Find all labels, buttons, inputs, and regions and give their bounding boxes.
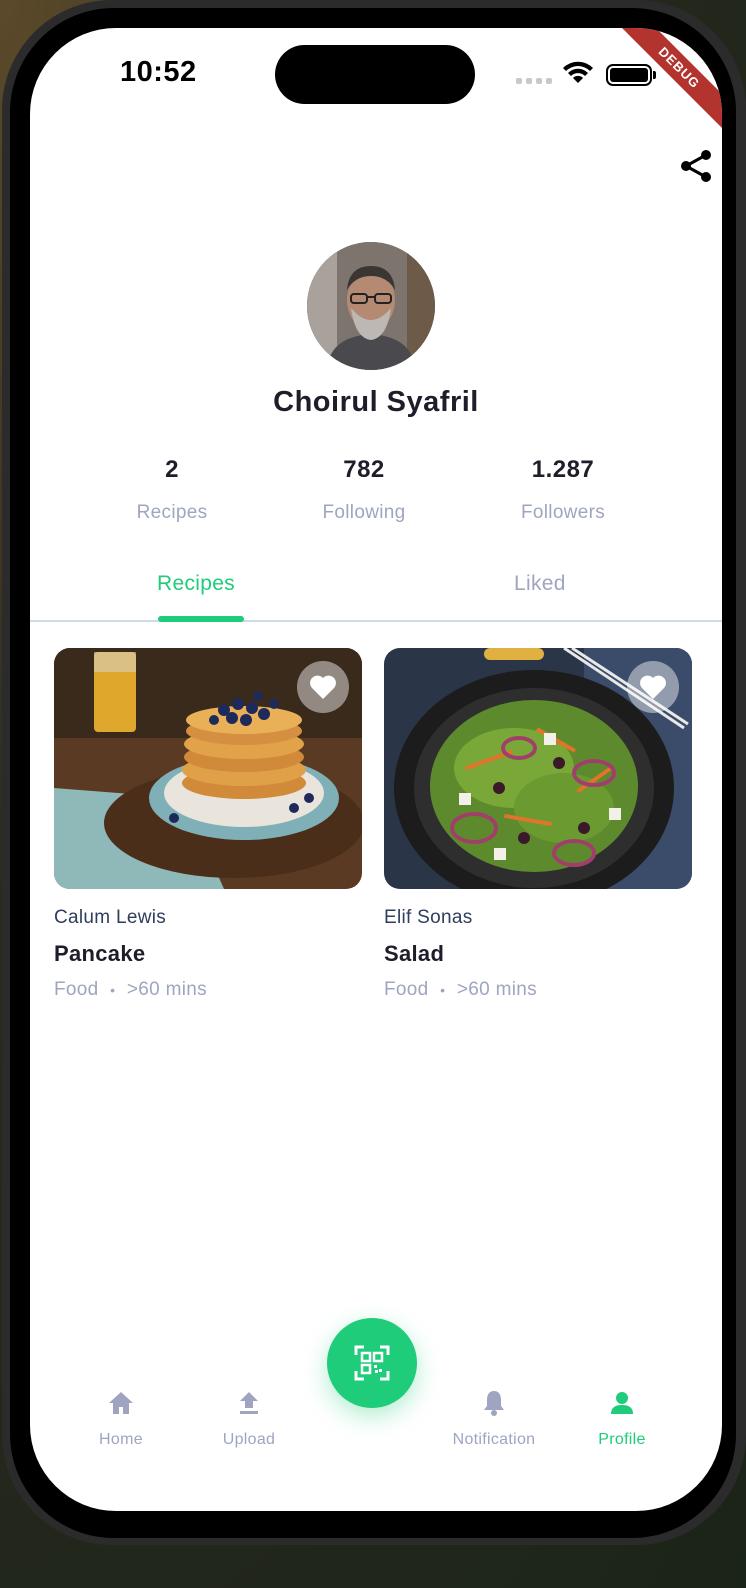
nav-profile[interactable]: Profile <box>567 1388 677 1449</box>
meta-separator: • <box>110 982 116 998</box>
nav-upload[interactable]: Upload <box>194 1388 304 1449</box>
app-screen: 10:52 DEBUG Choirul Syafril 2 Recipes 78… <box>30 28 722 1511</box>
tab-recipes[interactable]: Recipes <box>157 572 235 596</box>
like-button[interactable] <box>297 661 349 713</box>
stat-followers[interactable]: 1.287 Followers <box>483 456 643 524</box>
recipe-author: Elif Sonas <box>384 907 473 928</box>
recipe-image-salad[interactable] <box>384 648 692 889</box>
stat-label: Followers <box>521 502 605 523</box>
recipe-card-salad[interactable]: Elif Sonas Salad Food • >60 mins <box>384 648 692 1001</box>
recipe-title: Pancake <box>54 941 146 966</box>
debug-banner-wrap: DEBUG <box>612 28 722 138</box>
bell-icon <box>484 1391 504 1416</box>
nav-home[interactable]: Home <box>66 1388 176 1449</box>
dynamic-island <box>275 45 475 104</box>
nav-label: Notification <box>452 1431 536 1448</box>
scan-fab-button[interactable] <box>327 1318 417 1408</box>
stat-label: Following <box>322 502 406 523</box>
heart-icon <box>310 675 336 699</box>
nav-label: Upload <box>222 1431 276 1448</box>
heart-icon <box>640 675 666 699</box>
nav-label: Home <box>99 1431 143 1448</box>
recipe-duration: >60 mins <box>456 979 537 1000</box>
stat-value: 782 <box>343 456 385 483</box>
recipe-category: Food <box>54 979 99 1000</box>
qr-scan-icon <box>354 1345 390 1381</box>
avatar <box>307 242 435 370</box>
recipe-category: Food <box>384 979 429 1000</box>
recipe-duration: >60 mins <box>126 979 207 1000</box>
tab-liked[interactable]: Liked <box>514 572 566 596</box>
recipe-author: Calum Lewis <box>54 907 167 928</box>
recipe-title: Salad <box>384 941 445 966</box>
home-icon <box>109 1392 133 1414</box>
avatar-portrait <box>307 242 435 370</box>
profile-tabs: Recipes Liked <box>30 568 722 622</box>
upload-icon <box>240 1392 258 1414</box>
recipe-card-pancake[interactable]: Calum Lewis Pancake Food • >60 mins <box>54 648 362 1001</box>
profile-name: Choirul Syafril <box>273 386 479 418</box>
recipe-image-pancake[interactable] <box>54 648 362 889</box>
share-icon[interactable] <box>678 148 714 184</box>
nav-label: Profile <box>598 1431 646 1448</box>
cellular-signal-icon <box>516 78 552 84</box>
like-button[interactable] <box>627 661 679 713</box>
tab-divider <box>30 620 722 622</box>
stat-following[interactable]: 782 Following <box>284 456 444 524</box>
tab-active-indicator <box>158 616 244 622</box>
stat-label: Recipes <box>136 502 208 523</box>
nav-notification[interactable]: Notification <box>439 1388 549 1449</box>
recipe-meta: Food • >60 mins <box>384 979 692 1001</box>
stat-value: 2 <box>165 456 179 483</box>
stat-value: 1.287 <box>531 456 595 483</box>
wifi-icon <box>563 61 593 83</box>
recipe-meta: Food • >60 mins <box>54 979 362 1001</box>
person-icon <box>611 1392 633 1414</box>
debug-banner: DEBUG <box>617 28 722 130</box>
meta-separator: • <box>440 982 446 998</box>
stat-recipes[interactable]: 2 Recipes <box>92 456 252 524</box>
status-time: 10:52 <box>120 56 197 88</box>
